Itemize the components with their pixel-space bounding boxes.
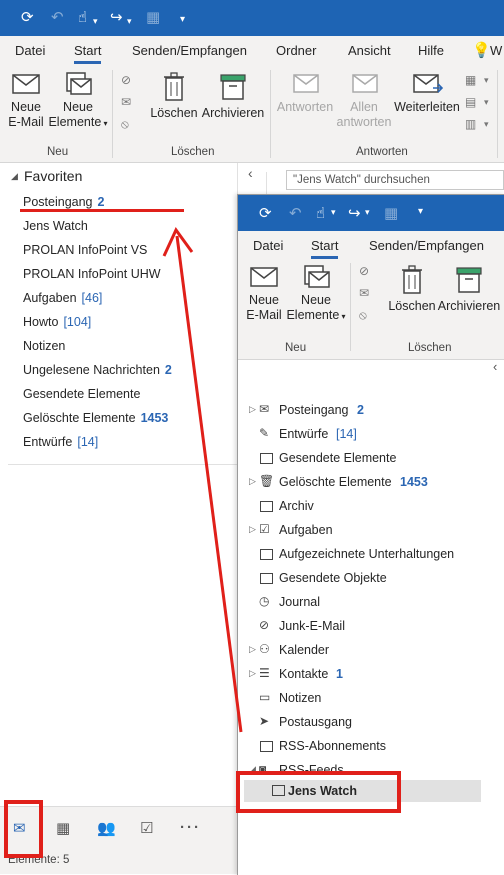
annotation-box-mail-nav: [4, 800, 43, 858]
annotation-arrow: [162, 227, 243, 733]
annotation-box-selected-folder: [236, 771, 401, 813]
